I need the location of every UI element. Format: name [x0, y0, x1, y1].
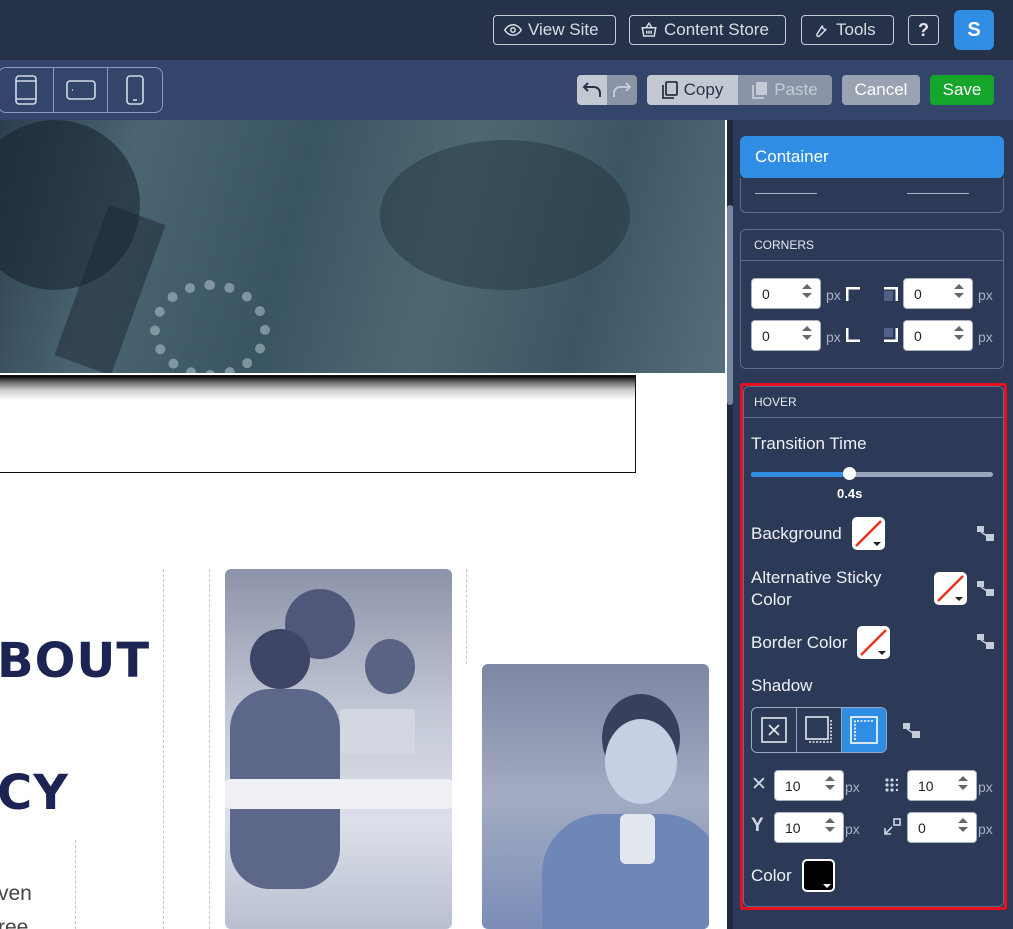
highlight-frame	[740, 383, 1007, 910]
unit-label: px	[978, 329, 993, 345]
tools-button[interactable]: Tools	[801, 15, 894, 45]
undo-icon	[582, 82, 601, 97]
user-avatar[interactable]: S	[954, 10, 994, 50]
hero-shape	[380, 140, 630, 290]
column-guide	[466, 569, 467, 664]
help-button[interactable]: ?	[908, 15, 939, 45]
corner-bottom-right-icon	[884, 328, 898, 342]
unit-label: px	[826, 287, 841, 303]
save-button[interactable]: Save	[930, 75, 994, 105]
corner-top-left-input[interactable]: 0	[751, 278, 821, 309]
tools-label: Tools	[836, 20, 876, 39]
photo-shape	[605, 719, 677, 804]
corner-top-left-value: 0	[762, 285, 770, 302]
selected-container[interactable]	[0, 375, 636, 473]
undo-redo-group	[577, 75, 637, 105]
corner-bottom-left-input[interactable]: 0	[751, 320, 821, 351]
body-text-fragment[interactable]: ven	[0, 882, 32, 906]
paste-button[interactable]: Paste	[738, 75, 832, 105]
corners-title: CORNERS	[741, 230, 1003, 261]
content-store-button[interactable]: Content Store	[629, 15, 786, 45]
photo-shape	[365, 639, 415, 694]
corner-top-right-input[interactable]: 0	[903, 278, 973, 309]
unit-label: px	[978, 287, 993, 303]
photo-shape	[340, 709, 415, 754]
body-text-fragment[interactable]: ree	[0, 916, 28, 929]
stepper[interactable]	[954, 284, 964, 298]
hero-shape	[150, 280, 270, 373]
container-header[interactable]: Container	[740, 136, 1004, 178]
corner-bottom-right-input[interactable]: 0	[903, 320, 973, 351]
panel-scroll-thumb[interactable]	[727, 205, 733, 405]
copy-icon	[661, 81, 678, 99]
column-guide	[163, 569, 164, 929]
wrench-icon	[816, 25, 827, 38]
view-site-label: View Site	[528, 20, 599, 39]
tablet-landscape-button[interactable]	[54, 68, 109, 112]
unit-label: px	[826, 329, 841, 345]
column-guide	[75, 840, 76, 929]
team-meeting-photo[interactable]	[225, 569, 452, 929]
top-bar: View Site Content Store Tools ? S	[0, 0, 1013, 60]
stepper[interactable]	[802, 284, 812, 298]
view-site-button[interactable]: View Site	[493, 15, 616, 45]
undo-button[interactable]	[577, 75, 607, 105]
content-store-label: Content Store	[664, 20, 769, 39]
redo-button[interactable]	[607, 75, 637, 105]
section-headline-part[interactable]: BOUT	[0, 633, 150, 689]
photo-shape	[620, 814, 655, 864]
smiling-man-photo[interactable]	[482, 664, 709, 929]
paste-label: Paste	[774, 80, 818, 99]
copy-button[interactable]: Copy	[647, 75, 738, 105]
corner-top-right-value: 0	[914, 285, 922, 302]
device-preview-group	[0, 67, 163, 113]
tablet-portrait-button[interactable]	[0, 68, 54, 112]
tablet-portrait-icon	[15, 75, 37, 105]
eye-icon	[504, 23, 522, 37]
stepper[interactable]	[802, 326, 812, 340]
previous-section	[740, 178, 1004, 213]
redo-icon	[613, 82, 632, 97]
corner-bottom-left-value: 0	[762, 327, 770, 344]
corner-bottom-right-value: 0	[914, 327, 922, 344]
cancel-button[interactable]: Cancel	[842, 75, 920, 105]
hero-image[interactable]	[0, 120, 725, 373]
corner-bottom-left-icon	[846, 328, 860, 342]
corner-top-left-icon	[846, 287, 860, 301]
photo-shape	[225, 779, 452, 809]
previous-section-field	[907, 193, 969, 194]
stepper[interactable]	[954, 326, 964, 340]
previous-section-field	[755, 193, 817, 194]
tablet-landscape-icon	[65, 80, 96, 100]
copy-label: Copy	[683, 80, 724, 99]
mobile-button[interactable]	[108, 68, 162, 112]
basket-icon	[641, 21, 657, 37]
photo-shape	[250, 629, 310, 689]
section-headline-part[interactable]: CY	[0, 765, 69, 821]
corner-top-right-icon	[884, 287, 898, 301]
phone-icon	[126, 75, 144, 105]
paste-icon	[752, 82, 768, 99]
column-guide	[209, 569, 210, 929]
